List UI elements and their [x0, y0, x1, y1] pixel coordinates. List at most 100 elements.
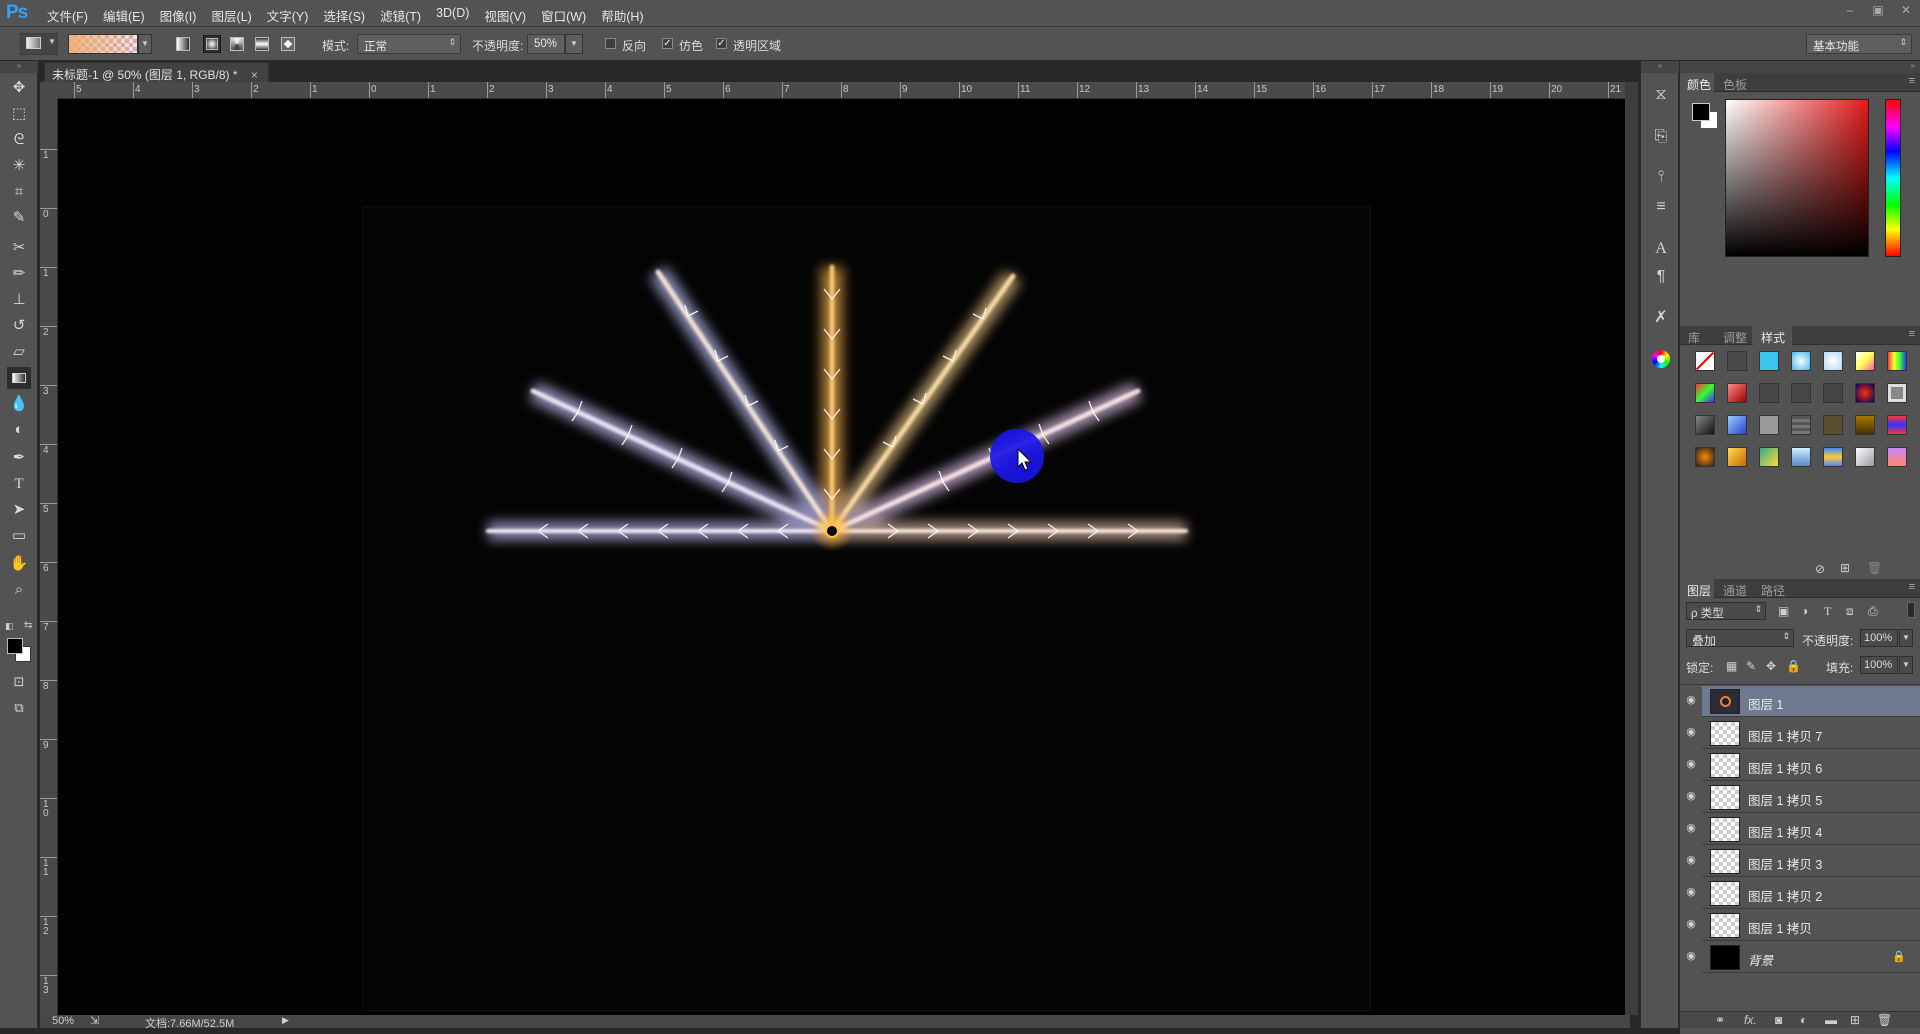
layer-row[interactable]: 背景 🔒: [1702, 942, 1920, 973]
lasso-tool-icon[interactable]: ᘓ: [7, 129, 31, 151]
tool-preset-picker[interactable]: ▼: [20, 33, 58, 55]
foreground-color-swatch[interactable]: [7, 638, 23, 654]
rectangle-tool-icon[interactable]: ▭: [7, 525, 31, 547]
export-icon[interactable]: ⇲: [90, 1014, 99, 1027]
close-tab-icon[interactable]: ×: [251, 68, 258, 82]
fill-dropdown[interactable]: ▼: [1899, 656, 1913, 674]
menu-edit[interactable]: 编辑(E): [103, 0, 152, 27]
visibility-eye-icon[interactable]: ◉: [1682, 781, 1700, 812]
screen-mode-icon[interactable]: ⧉: [7, 697, 31, 719]
lock-pixels-icon[interactable]: ✎: [1746, 659, 1756, 673]
blur-tool-icon[interactable]: 💧: [7, 393, 31, 415]
style-swatch[interactable]: [1887, 383, 1907, 403]
zoom-tool-icon[interactable]: ⌕: [7, 579, 31, 601]
style-swatch[interactable]: [1791, 351, 1811, 371]
marquee-tool-icon[interactable]: ⬚: [7, 103, 31, 125]
brush-settings-icon[interactable]: ≡: [1649, 195, 1673, 219]
workspace-select[interactable]: 基本功能 ⇕: [1806, 34, 1912, 54]
clone-stamp-tool-icon[interactable]: ⊥: [7, 289, 31, 311]
visibility-eye-icon[interactable]: ◉: [1682, 909, 1700, 940]
tab-swatches[interactable]: 色板: [1723, 76, 1747, 93]
add-mask-icon[interactable]: ◙: [1775, 1013, 1782, 1027]
visibility-eye-icon[interactable]: ◉: [1682, 813, 1700, 844]
style-swatch[interactable]: [1887, 447, 1907, 467]
crop-tool-icon[interactable]: ⌗: [7, 181, 31, 203]
style-swatch[interactable]: [1855, 383, 1875, 403]
layer-row[interactable]: 图层 1 拷贝 2: [1702, 878, 1920, 909]
tab-adjustments[interactable]: 调整: [1723, 329, 1747, 346]
delete-layer-icon[interactable]: 🗑: [1877, 1013, 1892, 1027]
layer-opacity-dropdown[interactable]: ▼: [1899, 629, 1913, 647]
lock-all-icon[interactable]: 🔒: [1786, 659, 1801, 673]
history-brush-tool-icon[interactable]: ↺: [7, 315, 31, 337]
close-button[interactable]: ✕: [1892, 0, 1920, 22]
tool-presets-icon[interactable]: ✗: [1649, 306, 1673, 330]
visibility-eye-icon[interactable]: ◉: [1682, 685, 1700, 716]
filter-adjustment-icon[interactable]: ◑: [1801, 604, 1808, 618]
opacity-input[interactable]: 50%: [527, 34, 565, 54]
fill-input[interactable]: 100%: [1860, 656, 1898, 674]
layer-row[interactable]: 图层 1: [1702, 686, 1920, 717]
menu-help[interactable]: 帮助(H): [601, 0, 650, 27]
character-panel-icon[interactable]: A: [1649, 237, 1673, 261]
layer-style-icon[interactable]: fx.: [1744, 1013, 1757, 1027]
layer-row[interactable]: 图层 1 拷贝 5: [1702, 782, 1920, 813]
layer-row[interactable]: 图层 1 拷贝 4: [1702, 814, 1920, 845]
menu-view[interactable]: 视图(V): [484, 0, 533, 27]
blend-mode-select[interactable]: 叠加 ⇕: [1686, 629, 1794, 648]
brush-tool-icon[interactable]: ✏: [7, 263, 31, 285]
layer-filter-select[interactable]: ρ 类型 ⇕: [1686, 602, 1766, 620]
transparency-checkbox[interactable]: ✓: [716, 38, 727, 49]
visibility-eye-icon[interactable]: ◉: [1682, 845, 1700, 876]
panel-fg-swatch-top[interactable]: [1692, 103, 1710, 121]
layer-opacity-input[interactable]: 100%: [1860, 629, 1898, 647]
document-tab[interactable]: 未标题-1 @ 50% (图层 1, RGB/8) * ×: [44, 62, 269, 82]
clone-source-icon[interactable]: ⎘: [1649, 125, 1673, 149]
healing-brush-tool-icon[interactable]: ✂: [7, 237, 31, 259]
dodge-tool-icon[interactable]: ◐: [7, 419, 31, 441]
magic-wand-tool-icon[interactable]: ✳: [7, 155, 31, 177]
filter-pixel-icon[interactable]: ▣: [1778, 604, 1789, 618]
style-swatch[interactable]: [1791, 447, 1811, 467]
restore-button[interactable]: ▣: [1864, 0, 1892, 22]
filter-shape-icon[interactable]: ⧈: [1846, 604, 1854, 619]
eyedropper-tool-icon[interactable]: ✎: [7, 207, 31, 229]
gradient-dropdown-button[interactable]: ▼: [138, 34, 152, 54]
style-swatch[interactable]: [1727, 351, 1747, 371]
canvas[interactable]: [58, 99, 1625, 1015]
style-swatch[interactable]: [1887, 415, 1907, 435]
default-colors-icon[interactable]: ◧: [5, 621, 14, 632]
style-swatch[interactable]: [1695, 447, 1715, 467]
dock-grip[interactable]: «: [1641, 61, 1679, 73]
visibility-eye-icon[interactable]: ◉: [1682, 877, 1700, 908]
menu-window[interactable]: 窗口(W): [541, 0, 593, 27]
style-swatch[interactable]: [1727, 415, 1747, 435]
new-layer-icon[interactable]: ⊞: [1850, 1013, 1860, 1027]
linear-gradient-button[interactable]: [176, 37, 190, 51]
move-tool-icon[interactable]: ✥: [7, 77, 31, 99]
reverse-checkbox[interactable]: [605, 38, 616, 49]
quick-mask-icon[interactable]: ⊡: [7, 671, 31, 693]
tab-library[interactable]: 库: [1688, 329, 1700, 346]
mode-select[interactable]: 正常 ⇕: [357, 34, 461, 54]
style-swatch[interactable]: [1791, 415, 1811, 435]
panel-collapse-bar[interactable]: »: [1680, 61, 1920, 73]
swap-colors-icon[interactable]: ⇆: [24, 620, 32, 631]
tab-layers[interactable]: 图层: [1687, 582, 1711, 599]
style-swatch[interactable]: [1823, 351, 1843, 371]
tab-color[interactable]: 颜色: [1687, 76, 1711, 93]
radial-gradient-button[interactable]: [203, 35, 221, 53]
panel-menu-icon[interactable]: ≡: [1909, 328, 1915, 340]
style-swatch[interactable]: [1823, 415, 1843, 435]
menu-layer[interactable]: 图层(L): [211, 0, 258, 27]
history-panel-icon[interactable]: ⧖: [1649, 83, 1673, 107]
style-swatch[interactable]: [1759, 383, 1779, 403]
layer-row[interactable]: 图层 1 拷贝: [1702, 910, 1920, 941]
lock-transparent-icon[interactable]: ▦: [1726, 659, 1737, 673]
style-swatch[interactable]: [1695, 383, 1715, 403]
gradient-picker[interactable]: [68, 34, 138, 54]
type-tool-icon[interactable]: T: [7, 473, 31, 495]
zoom-level[interactable]: 50%: [52, 1015, 74, 1027]
clear-style-icon[interactable]: ⊘: [1815, 562, 1825, 576]
opacity-dropdown[interactable]: ▼: [565, 34, 583, 54]
